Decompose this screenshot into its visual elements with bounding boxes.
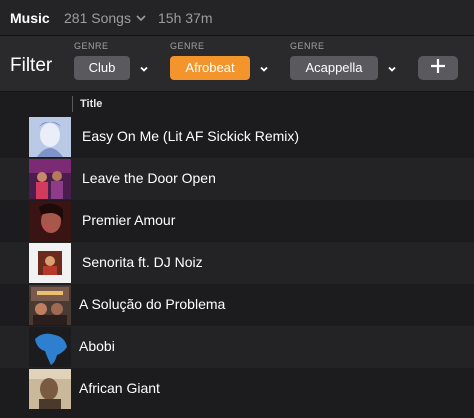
song-list: Easy On Me (Lit AF Sickick Remix) Leave … — [0, 116, 474, 410]
chevron-down-icon — [136, 9, 146, 25]
album-art-dark-red-portrait-icon — [29, 201, 71, 241]
song-count: 281 Songs — [64, 10, 131, 26]
song-title: Premier Amour — [82, 212, 176, 228]
table-row[interactable]: Premier Amour — [0, 200, 474, 242]
genre-pill-club[interactable]: Club — [74, 56, 130, 80]
chevron-down-icon[interactable] — [386, 62, 398, 74]
genre-filter-2: GENRE Afrobeat — [170, 41, 270, 80]
album-art-tan-portrait-icon — [29, 369, 71, 409]
album-art-poster-icon — [29, 285, 71, 325]
genre-caption: GENRE — [74, 41, 109, 51]
add-filter-button[interactable] — [418, 56, 458, 80]
album-art-blue-map-icon — [29, 327, 71, 367]
song-title: Easy On Me (Lit AF Sickick Remix) — [82, 128, 300, 144]
table-row[interactable]: A Solução do Problema — [0, 284, 474, 326]
genre-caption: GENRE — [170, 41, 205, 51]
song-title: Senorita ft. DJ Noiz — [82, 254, 203, 270]
album-art-white-frame-icon — [29, 243, 71, 283]
filter-label: Filter — [10, 55, 53, 76]
app-title: Music — [10, 10, 50, 26]
table-row[interactable]: African Giant — [0, 368, 474, 410]
album-art-blue-portrait-icon — [29, 117, 71, 157]
chevron-down-icon[interactable] — [258, 62, 270, 74]
song-title: African Giant — [79, 380, 160, 396]
song-count-dropdown[interactable]: 281 Songs — [64, 10, 146, 26]
album-art-purple-group-icon — [29, 159, 71, 199]
song-title: Abobi — [79, 338, 115, 354]
total-duration: 15h 37m — [158, 10, 213, 26]
chevron-down-icon[interactable] — [138, 62, 150, 74]
table-row[interactable]: Senorita ft. DJ Noiz — [0, 242, 474, 284]
song-title: Leave the Door Open — [82, 170, 216, 186]
table-header: Title — [0, 92, 474, 116]
column-divider[interactable] — [72, 96, 73, 112]
plus-icon — [430, 58, 446, 79]
table-row[interactable]: Leave the Door Open — [0, 158, 474, 200]
genre-pill-afrobeat[interactable]: Afrobeat — [170, 56, 250, 80]
table-row[interactable]: Easy On Me (Lit AF Sickick Remix) — [0, 116, 474, 158]
column-header-title[interactable]: Title — [80, 98, 102, 110]
music-app-window: Music 281 Songs 15h 37m Filter GENRE Clu… — [0, 0, 474, 418]
table-row[interactable]: Abobi — [0, 326, 474, 368]
genre-caption: GENRE — [290, 41, 325, 51]
top-header: Music 281 Songs 15h 37m — [0, 0, 474, 36]
filter-bar: Filter GENRE Club GENRE Afrobeat GENRE A… — [0, 36, 474, 92]
genre-pill-acappella[interactable]: Acappella — [290, 56, 378, 80]
genre-filter-1: GENRE Club — [74, 41, 150, 80]
genre-filter-3: GENRE Acappella — [290, 41, 398, 80]
song-title: A Solução do Problema — [79, 296, 226, 312]
